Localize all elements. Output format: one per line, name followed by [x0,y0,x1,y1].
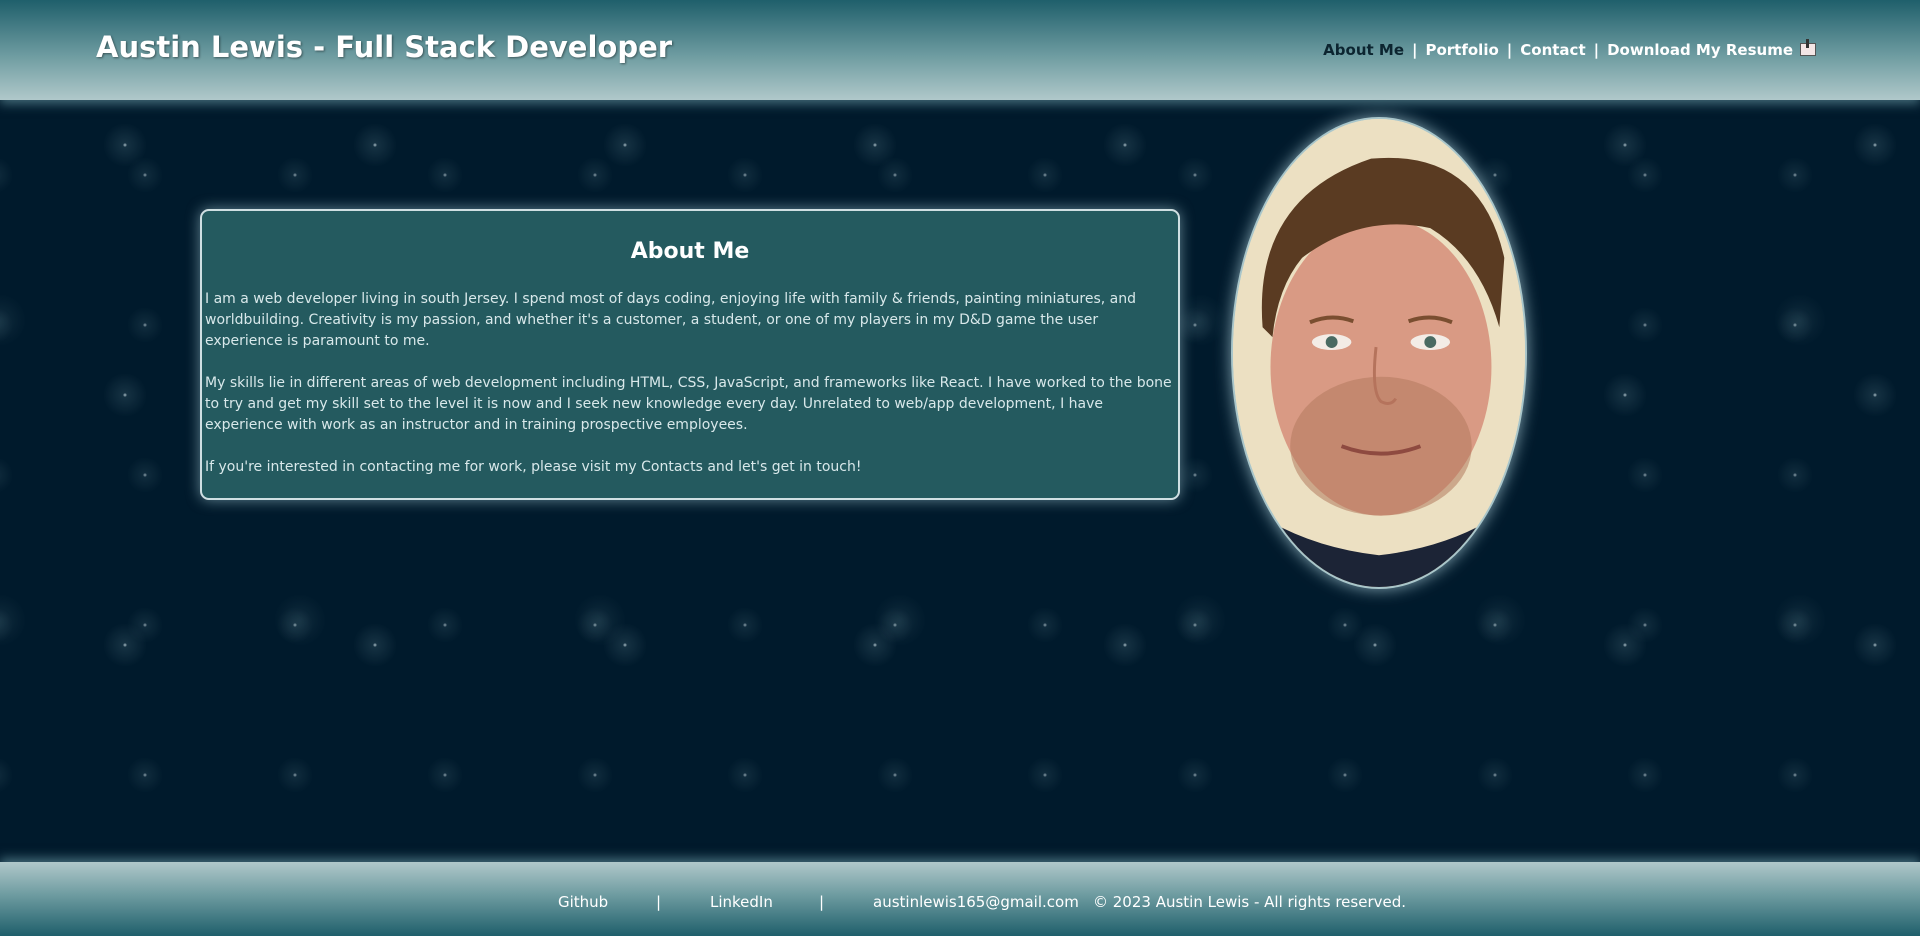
email-link[interactable]: austinlewis165@gmail.com [873,893,1079,911]
about-paragraph: My skills lie in different areas of web … [205,375,1172,433]
site-title: Austin Lewis - Full Stack Developer [96,30,673,64]
copyright-text: © 2023 Austin Lewis - All rights reserve… [1093,893,1407,911]
nav-download-resume-label: Download My Resume [1607,41,1793,59]
site-footer: Github | LinkedIn | austinlewis165@gmail… [0,862,1920,936]
nav-separator: | [1412,41,1418,59]
linkedin-link[interactable]: LinkedIn [710,893,773,911]
about-heading: About Me [630,239,750,264]
about-paragraph: If you're interested in contacting me fo… [205,459,862,475]
nav-portfolio[interactable]: Portfolio [1425,41,1498,59]
footer-separator: | [656,893,662,911]
about-card: About Me I am a web developer living in … [200,209,1180,500]
main-nav: About Me | Portfolio | Contact | Downloa… [1323,39,1816,59]
nav-download-resume[interactable]: Download My Resume [1607,39,1816,59]
profile-photo [1231,117,1527,589]
site-header: Austin Lewis - Full Stack Developer Abou… [0,0,1920,100]
about-paragraph: I am a web developer living in south Jer… [205,291,1136,349]
download-icon [1800,39,1816,56]
nav-contact[interactable]: Contact [1520,41,1585,59]
nav-about-me[interactable]: About Me [1323,41,1404,59]
footer-separator: | [819,893,825,911]
profile-photo-image [1233,119,1525,587]
nav-separator: | [1593,41,1600,59]
nav-separator: | [1506,41,1513,59]
github-link[interactable]: Github [558,893,608,911]
